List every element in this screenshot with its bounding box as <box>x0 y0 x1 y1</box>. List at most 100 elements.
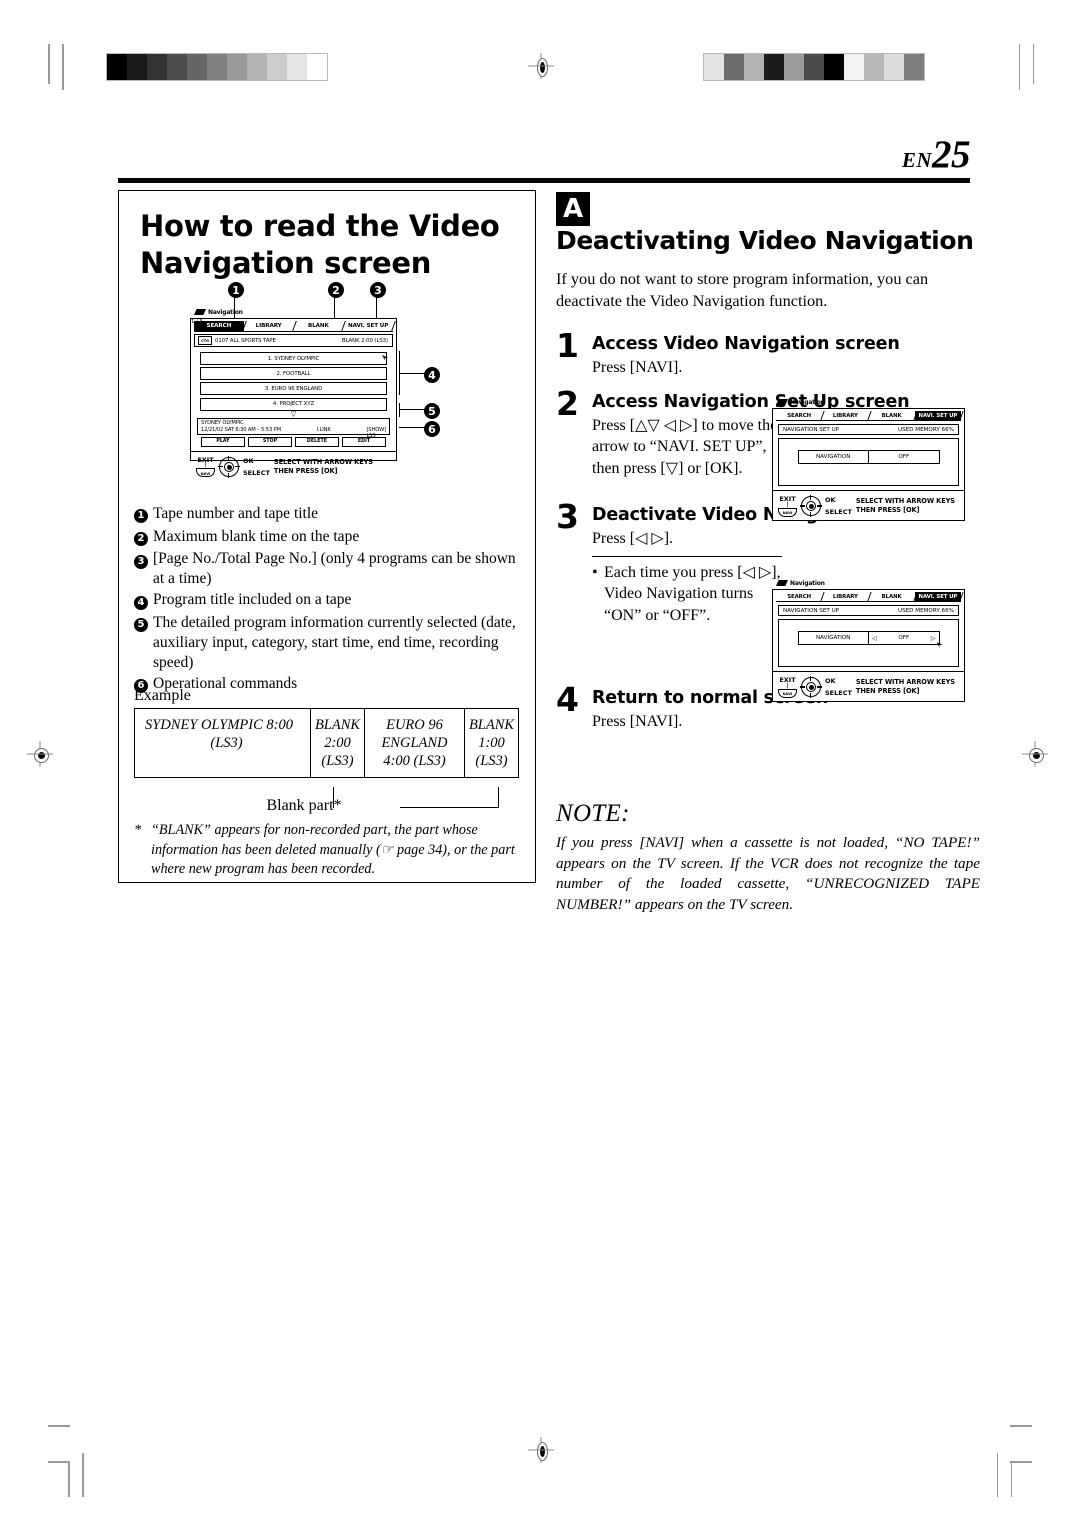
detail-category-speed: [SHOW] LS3 <box>366 427 386 439</box>
legend-number: 3 <box>134 554 148 569</box>
program-row[interactable]: 2. FOOTBALL <box>200 367 387 381</box>
example-cell-2: BLANK 2:00 (LS3) <box>311 709 365 778</box>
program-title: 1. SYDNEY OLYMPIC <box>267 355 320 362</box>
example-cell-2-line3: (LS3) <box>321 753 354 770</box>
calibration-patch <box>267 54 287 80</box>
video-navigation-osd-screen[interactable]: Navigation SEARCH LIBRARY BLANK NAVI. SE… <box>190 309 397 479</box>
calibration-patch <box>247 54 267 80</box>
navigation-logo-text: Navigation <box>790 580 825 587</box>
left-arrow-icon[interactable]: ◁ <box>872 635 877 642</box>
setup-title-bar: NAVIGATION SET UP USED MEMORY 66% <box>778 424 959 435</box>
calibration-patch <box>744 54 764 80</box>
callout-1: 1 <box>228 281 244 299</box>
tab-blank[interactable]: BLANK <box>868 411 915 421</box>
navigation-setup-osd-screen-1[interactable]: Navigation SEARCH LIBRARY BLANK NAVI. SE… <box>772 399 965 521</box>
program-row[interactable]: 4. PROJECT XYZ <box>200 397 387 411</box>
right-arrow-icon[interactable]: ▷ <box>931 635 936 642</box>
calibration-patch <box>764 54 784 80</box>
tab-blank[interactable]: BLANK <box>868 592 915 602</box>
left-title-line-2: Navigation screen <box>140 246 432 281</box>
tab-search[interactable]: SEARCH <box>776 592 823 602</box>
navigation-setting-row[interactable]: NAVIGATION OFF <box>797 450 940 464</box>
tab-navi-setup[interactable]: NAVI. SET UP <box>914 592 961 602</box>
used-memory: USED MEMORY 66% <box>897 426 954 433</box>
legend-text: [Page No./Total Page No.] (only 4 progra… <box>153 550 516 588</box>
bullet-dot: • <box>592 563 598 581</box>
calibration-patch <box>884 54 904 80</box>
jog-dial-icon[interactable] <box>800 676 822 699</box>
hint-line-2: THEN PRESS [OK] <box>855 506 920 515</box>
callout-4: 4 <box>424 366 440 384</box>
footnote: * “BLANK” appears for non-recorded part,… <box>134 821 522 880</box>
setup-body: NAVIGATION OFF <box>778 438 959 486</box>
callout-2-number: 2 <box>328 282 344 299</box>
legend-number: 2 <box>134 532 148 547</box>
jog-dial-icon[interactable] <box>800 495 822 518</box>
navigation-setting-row[interactable]: NAVIGATION ◁ OFF ▷ <box>797 631 943 648</box>
callout-1-number: 1 <box>228 282 244 299</box>
legend-number: 4 <box>134 595 148 610</box>
program-row[interactable]: 3. EURO 96 ENGLAND <box>200 382 387 396</box>
jog-dial-icon[interactable] <box>218 456 240 479</box>
navigation-logo: Navigation <box>776 399 825 406</box>
example-cell-3-line3: 4:00 (LS3) <box>383 753 446 770</box>
navigation-setting-label: NAVIGATION <box>799 632 869 644</box>
navi-button-icon[interactable]: NAVI <box>778 507 797 517</box>
tab-search[interactable]: SEARCH <box>776 411 823 421</box>
footnote-marker: * <box>134 822 142 838</box>
select-label: SELECT <box>243 469 270 478</box>
navi-button-icon[interactable]: NAVI <box>196 468 215 478</box>
osd-footer: EXIT | NAVI OK SELECT SELECT WITH ARROW … <box>773 490 964 519</box>
navigation-logo-icon <box>776 399 788 405</box>
exit-group[interactable]: EXIT | NAVI <box>778 677 797 698</box>
navi-button-icon[interactable]: NAVI <box>778 688 797 698</box>
calibration-patch <box>207 54 227 80</box>
hint-line-2: THEN PRESS [OK] <box>273 467 338 476</box>
registration-mark-left-center <box>27 741 53 767</box>
legend-text: Maximum blank time on the tape <box>153 527 360 545</box>
note-body: If you press [NAVI] when a cassette is n… <box>556 834 980 914</box>
example-cell-1: SYDNEY OLYMPIC 8:00 (LS3) <box>135 709 311 778</box>
step-3-text: Press [◁ ▷]. <box>592 530 674 548</box>
page-number: 25 <box>932 133 971 176</box>
callout-4-number: 4 <box>424 367 440 384</box>
step-3-bullets: • Each time you press [◁ ▷], Video Naviga… <box>592 555 782 626</box>
callout-4-bracket <box>399 351 401 395</box>
calibration-patch <box>844 54 864 80</box>
callout-6-leader <box>399 427 425 429</box>
step-4-number: 4 <box>556 679 579 719</box>
used-memory: USED MEMORY 66% <box>897 607 954 614</box>
crop-mark-top-right <box>994 44 1034 90</box>
tab-navi-setup[interactable]: NAVI. SET UP <box>914 411 961 421</box>
step-2-number: 2 <box>556 383 579 423</box>
blank-part-label: Blank part* <box>134 797 474 815</box>
callout-5-bracket <box>399 403 401 417</box>
detail-title: SYDNEY OLYMPIC <box>201 420 244 427</box>
callout-6-number: 6 <box>424 421 440 438</box>
hint-line-1: SELECT WITH ARROW KEYS <box>855 497 955 506</box>
navigation-setting-value[interactable]: ◁ OFF ▷ <box>869 632 943 648</box>
setup-title: NAVIGATION SET UP <box>783 607 840 614</box>
navigation-setup-osd-screen-2[interactable]: Navigation SEARCH LIBRARY BLANK NAVI. SE… <box>772 580 965 702</box>
callout-5: 5 <box>424 402 440 420</box>
example-cell-1-line1: SYDNEY OLYMPIC 8:00 <box>145 717 293 733</box>
tab-library[interactable]: LIBRARY <box>822 411 869 421</box>
example-cell-4-line2: 1:00 <box>478 735 505 752</box>
osd-tab-bar[interactable]: SEARCH LIBRARY BLANK NAVI. SET UP <box>776 411 961 421</box>
program-row[interactable]: 1. SYDNEY OLYMPIC <box>200 352 388 365</box>
example-label: Example <box>134 687 191 704</box>
legend-item: 2 Maximum blank time on the tape <box>134 527 528 549</box>
legend-list: 1 Tape number and tape title 2 Maximum bla… <box>134 504 528 696</box>
exit-group[interactable]: EXIT | NAVI <box>778 496 797 517</box>
navigation-setting-value[interactable]: OFF <box>869 451 939 463</box>
example-cell-2-line1: BLANK <box>314 717 361 733</box>
tab-library[interactable]: LIBRARY <box>822 592 869 602</box>
registration-mark-top-center <box>528 53 554 79</box>
select-label: SELECT <box>825 689 852 698</box>
calibration-patch <box>167 54 187 80</box>
osd-hint: SELECT WITH ARROW KEYS THEN PRESS [OK] <box>856 497 955 515</box>
osd-tab-bar[interactable]: SEARCH LIBRARY BLANK NAVI. SET UP <box>776 592 961 602</box>
legend-number: 1 <box>134 509 148 524</box>
example-table: SYDNEY OLYMPIC 8:00 (LS3) BLANK 2:00 (LS… <box>134 708 519 779</box>
calibration-patch <box>287 54 307 80</box>
